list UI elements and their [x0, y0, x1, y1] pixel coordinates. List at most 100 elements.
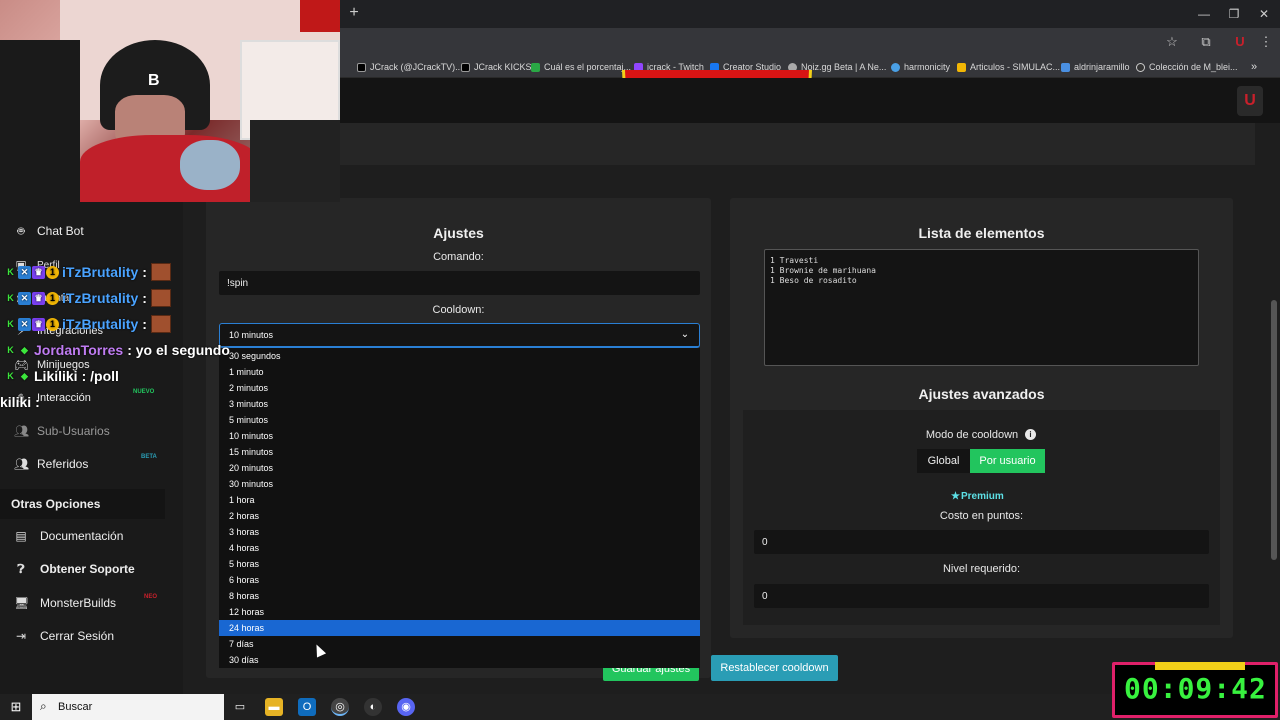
level-required-input[interactable]: 0 [754, 584, 1209, 608]
gift-badge-icon: 1 [46, 317, 59, 331]
chrome-icon[interactable]: ◎ [331, 698, 349, 716]
bookmark-item[interactable]: Cuál es el porcentaj... [531, 59, 631, 75]
close-icon[interactable]: ✕ [1252, 4, 1276, 24]
task-view-icon[interactable]: ▭ [231, 698, 249, 716]
cooldown-option[interactable]: 30 segundos [219, 348, 700, 364]
chat-emote [150, 315, 171, 333]
bookmarks-more-button[interactable]: » [1251, 59, 1257, 75]
bookmark-item[interactable]: Articulos - SIMULAC... [957, 59, 1060, 75]
tiktok-icon [461, 62, 470, 72]
cooldown-select-value: 10 minutos [229, 330, 274, 340]
reset-cooldown-button[interactable]: Restablecer cooldown [711, 655, 838, 681]
sidebar-item-documentation[interactable]: ▤ Documentación [0, 521, 170, 551]
chat-emote [150, 289, 171, 307]
restore-icon[interactable]: ❐ [1222, 4, 1246, 24]
outlook-icon[interactable]: O [298, 698, 316, 716]
badge-icon: ✕ [18, 291, 31, 305]
webcam-chair [0, 40, 80, 202]
info-icon[interactable]: i [1025, 429, 1036, 440]
sidebar-item-referrals[interactable]: 👥︎ Referidos BETA [0, 449, 170, 479]
command-input[interactable]: !spin [219, 271, 700, 295]
beta-badge: BETA [141, 454, 157, 460]
bookmark-item[interactable]: Colección de M_blei... [1136, 59, 1238, 75]
sidebar-item-chat-bot[interactable]: 🤖︎ Chat Bot [0, 216, 170, 246]
wheel-container [183, 123, 1255, 165]
chat-badges: K ✕ ♛ 1 [4, 291, 59, 305]
sidebar-item-sub-users[interactable]: 👥︎ Sub-Usuarios [0, 416, 170, 446]
cooldown-option[interactable]: 4 horas [219, 540, 700, 556]
gift-badge-icon: 1 [46, 291, 59, 305]
badge-icon: ✕ [18, 317, 31, 331]
page-scrollbar[interactable] [1271, 300, 1277, 560]
cooldown-option[interactable]: 1 minuto [219, 364, 700, 380]
cooldown-option[interactable]: 7 días [219, 636, 700, 652]
star-icon[interactable]: ☆ [1164, 34, 1180, 50]
cooldown-option[interactable]: 1 hora [219, 492, 700, 508]
bookmark-item[interactable]: aldrinjaramillo [1061, 59, 1130, 75]
points-cost-input[interactable]: 0 [754, 530, 1209, 554]
chevron-down-icon: ⌄ [680, 329, 690, 340]
cooldown-option[interactable]: 12 horas [219, 604, 700, 620]
elements-title: Lista de elementos [918, 225, 1045, 241]
cooldown-option[interactable]: 2 minutos [219, 380, 700, 396]
sidebar-item-monsterbuilds[interactable]: 🖥︎ MonsterBuilds NEO [0, 588, 170, 618]
cooldown-option[interactable]: 8 horas [219, 588, 700, 604]
sub-badge-icon: ♛ [32, 265, 45, 279]
kick-icon: K [4, 369, 17, 383]
referral-icon: 👥︎ [14, 457, 30, 471]
timer-value: 00:09:42 [1124, 672, 1267, 705]
cooldown-option[interactable]: 30 minutos [219, 476, 700, 492]
kick-icon: K [4, 265, 17, 279]
cooldown-option[interactable]: 5 minutos [219, 412, 700, 428]
cooldown-label: Cooldown: [432, 304, 485, 316]
docs-icon: ▤ [15, 529, 27, 543]
cooldown-option[interactable]: 2 horas [219, 508, 700, 524]
elements-textarea[interactable]: 1 Travesti 1 Brownie de marihuana 1 Beso… [764, 249, 1199, 366]
menu-icon[interactable]: ⋮ [1258, 34, 1274, 50]
mode-global-button[interactable]: Global [917, 449, 970, 473]
cooldown-mode-label: Modo de cooldown [925, 429, 1019, 441]
bookmark-item[interactable]: JCrack (@JCrackTV)... [357, 59, 463, 75]
new-tab-button[interactable]: + [346, 4, 362, 24]
bookmark-item[interactable]: JCrack KICKS [461, 59, 532, 75]
cooldown-option[interactable]: 5 horas [219, 556, 700, 572]
windows-start-icon[interactable]: ⊞ [7, 698, 25, 716]
cooldown-select[interactable]: 10 minutos ⌄ [219, 323, 700, 348]
chat-message: kiliki: [0, 394, 40, 410]
file-explorer-icon[interactable]: ▬ [265, 698, 283, 716]
sidebar-item-support[interactable]: ❓︎ Obtener Soporte [0, 554, 170, 584]
cooldown-option[interactable]: 6 horas [219, 572, 700, 588]
points-cost-label: Costo en puntos: [939, 510, 1024, 522]
cooldown-option[interactable]: 15 minutos [219, 444, 700, 460]
profile-extension-icon[interactable]: U [1232, 34, 1248, 50]
mode-per-user-button[interactable]: Por usuario [970, 449, 1045, 473]
timer-accent-bar [1155, 662, 1245, 670]
sub-badge-icon: ♛ [32, 291, 45, 305]
extensions-icon[interactable]: ⧉ [1198, 34, 1214, 50]
cooldown-option[interactable]: 3 minutos [219, 396, 700, 412]
sidebar-item-logout[interactable]: ⇥ Cerrar Sesión [0, 621, 170, 651]
minimize-icon[interactable]: — [1192, 4, 1216, 24]
chat-badges: K ◆ [4, 369, 31, 383]
bookmark-item[interactable]: harmonicity [891, 59, 950, 75]
site-icon [531, 62, 540, 72]
x-icon [357, 62, 366, 72]
new-badge: NUEVO [133, 389, 155, 395]
app-icon[interactable]: ◐ [364, 698, 382, 716]
badge-icon: ✕ [18, 265, 31, 279]
brand-logo-icon[interactable]: U [1237, 86, 1263, 116]
advanced-title: Ajustes avanzados [918, 386, 1045, 402]
sub-badge-icon: ♛ [32, 317, 45, 331]
diamond-badge-icon: ◆ [18, 369, 31, 383]
discord-icon[interactable]: ◉ [397, 698, 415, 716]
cooldown-option[interactable]: 10 minutos [219, 428, 700, 444]
webcam-overlay: B [0, 0, 340, 202]
cooldown-option[interactable]: 20 minutos [219, 460, 700, 476]
chat-emote [150, 263, 171, 281]
cooldown-option[interactable]: 30 días [219, 652, 700, 668]
robot-icon: 🤖︎ [17, 224, 25, 238]
cooldown-option[interactable]: 3 horas [219, 524, 700, 540]
neo-badge: NEO [144, 594, 158, 600]
taskbar-search[interactable]: ⌕ Buscar [32, 694, 224, 720]
cooldown-option-highlighted[interactable]: 24 horas [219, 620, 700, 636]
